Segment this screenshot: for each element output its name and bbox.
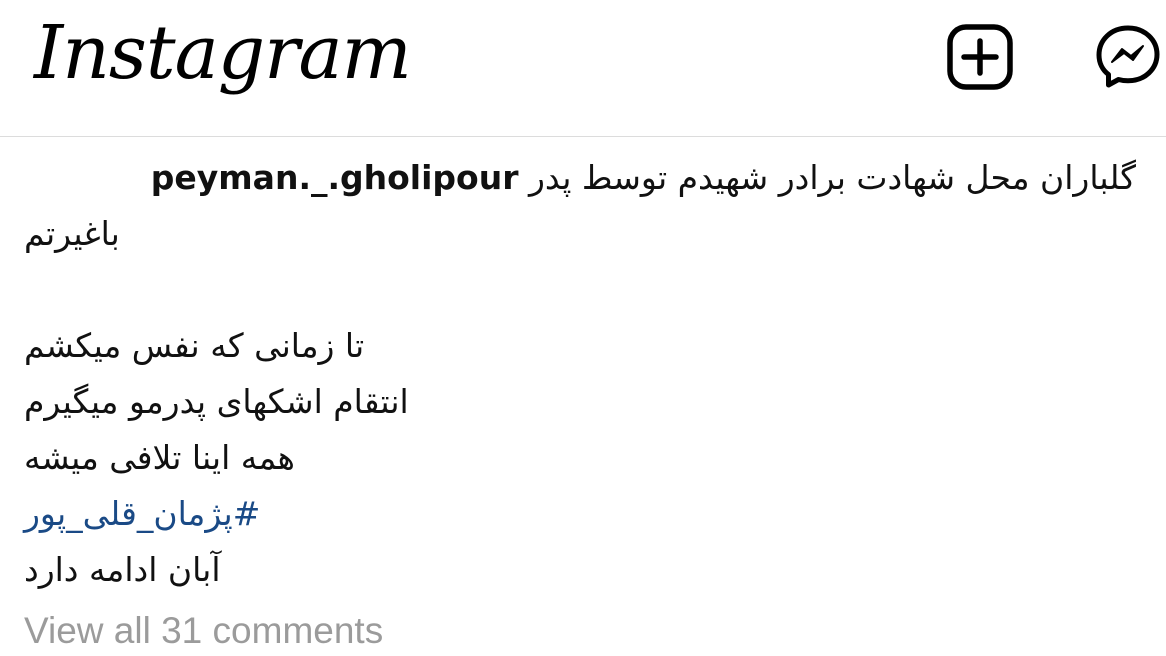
caption-first-line: گلباران محل شهادت برادر شهیدم توسط پدر p…	[24, 150, 1136, 206]
stanza-line: انتقام اشکهای پدرمو میگیرم	[24, 382, 409, 421]
caption-text-continued: باغیرتم	[24, 214, 120, 253]
instagram-logo[interactable]: Instagram	[34, 4, 412, 90]
messenger-button[interactable]	[1093, 22, 1163, 92]
caption-stanza: تا زمانی که نفس میکشم انتقام اشکهای پدرم…	[24, 318, 1136, 598]
new-post-button[interactable]	[945, 22, 1015, 92]
stanza-line: همه اینا تلافی میشه	[24, 438, 295, 477]
stanza-line: تا زمانی که نفس میکشم	[24, 326, 365, 365]
top-bar: Instagram	[0, 0, 1166, 137]
closing-line: آبان ادامه دارد	[24, 550, 221, 589]
messenger-icon	[1096, 25, 1160, 88]
caption-text: گلباران محل شهادت برادر شهیدم توسط پدر	[529, 158, 1136, 197]
post-caption: گلباران محل شهادت برادر شهیدم توسط پدر p…	[24, 150, 1136, 598]
plus-square-icon	[947, 24, 1013, 90]
username-link[interactable]: peyman._.gholipour	[151, 158, 519, 197]
view-comments-link[interactable]: View all 31 comments	[24, 610, 383, 652]
hashtag-link[interactable]: #پژمان_قلی_پور	[24, 486, 1136, 542]
caption-second-line: باغیرتم	[24, 206, 1136, 262]
